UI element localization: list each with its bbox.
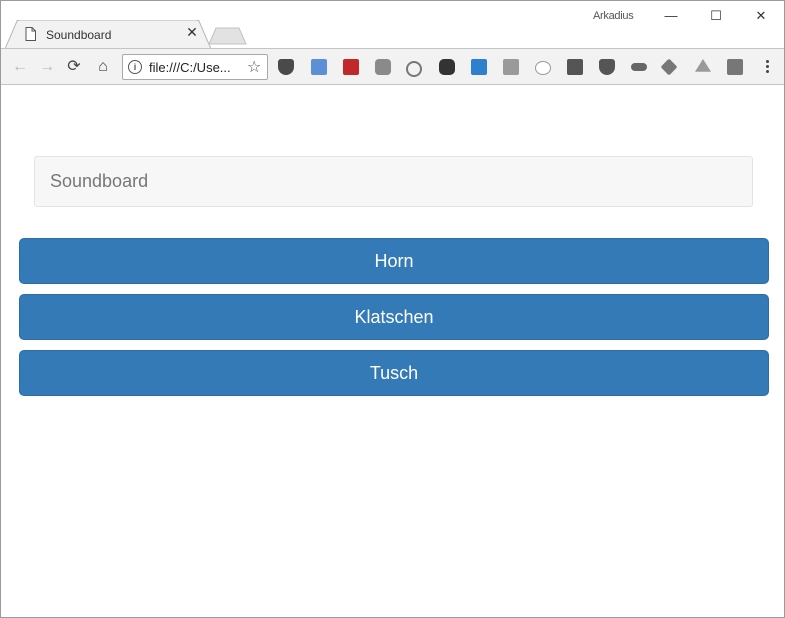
info-icon[interactable]: i <box>128 60 142 74</box>
bookmark-star-icon[interactable]: ☆ <box>247 57 261 77</box>
close-window-button[interactable]: ✕ <box>738 1 784 31</box>
pocket-icon[interactable] <box>278 59 294 75</box>
broadcast-icon[interactable] <box>406 61 422 77</box>
tab-title: Soundboard <box>46 28 112 42</box>
camera-icon[interactable] <box>375 59 391 75</box>
profile-name[interactable]: Arkadius <box>593 10 634 22</box>
maximize-button[interactable]: ☐ <box>693 1 739 31</box>
browser-toolbar: ← → ⟳ ⌂ i file:///C:/Use... ☆ <box>1 48 784 85</box>
tusch-button[interactable]: Tusch <box>19 350 769 396</box>
forward-icon[interactable]: → <box>37 57 57 77</box>
reload-icon[interactable]: ⟳ <box>64 57 84 77</box>
grid-icon[interactable] <box>503 59 519 75</box>
ublock-icon[interactable] <box>599 59 615 75</box>
puzzle-icon[interactable] <box>727 59 743 75</box>
back-icon[interactable]: ← <box>10 57 30 77</box>
page-content: Soundboard Horn Klatschen Tusch <box>1 85 784 617</box>
browser-window: Soundboard ✕ Arkadius — ☐ ✕ ← → ⟳ ⌂ i fi… <box>0 0 785 618</box>
drive-icon[interactable] <box>695 59 711 72</box>
home-icon[interactable]: ⌂ <box>93 57 113 77</box>
evernote-icon[interactable] <box>439 59 455 75</box>
tab-soundboard[interactable]: Soundboard ✕ <box>5 20 211 49</box>
address-bar[interactable]: i file:///C:/Use... ☆ <box>122 54 268 80</box>
lastpass-icon[interactable] <box>343 59 359 75</box>
page-icon <box>25 27 36 41</box>
tab-close-icon[interactable]: ✕ <box>185 25 199 39</box>
horn-button[interactable]: Horn <box>19 238 769 284</box>
address-text[interactable]: file:///C:/Use... <box>149 60 231 75</box>
klatschen-button[interactable]: Klatschen <box>19 294 769 340</box>
car-icon[interactable] <box>631 63 647 71</box>
title-bar: Soundboard ✕ Arkadius — ☐ ✕ <box>1 1 784 49</box>
hexagon-icon[interactable] <box>660 58 678 76</box>
soundboard-title-field: Soundboard <box>34 156 753 207</box>
menu-icon[interactable] <box>763 58 771 76</box>
speech-bubble-icon[interactable] <box>535 61 551 75</box>
screenshot-icon[interactable] <box>311 59 327 75</box>
jb-icon[interactable] <box>567 59 583 75</box>
gliffy-icon[interactable] <box>471 59 487 75</box>
minimize-button[interactable]: — <box>648 1 694 31</box>
new-tab-button[interactable] <box>209 27 247 45</box>
